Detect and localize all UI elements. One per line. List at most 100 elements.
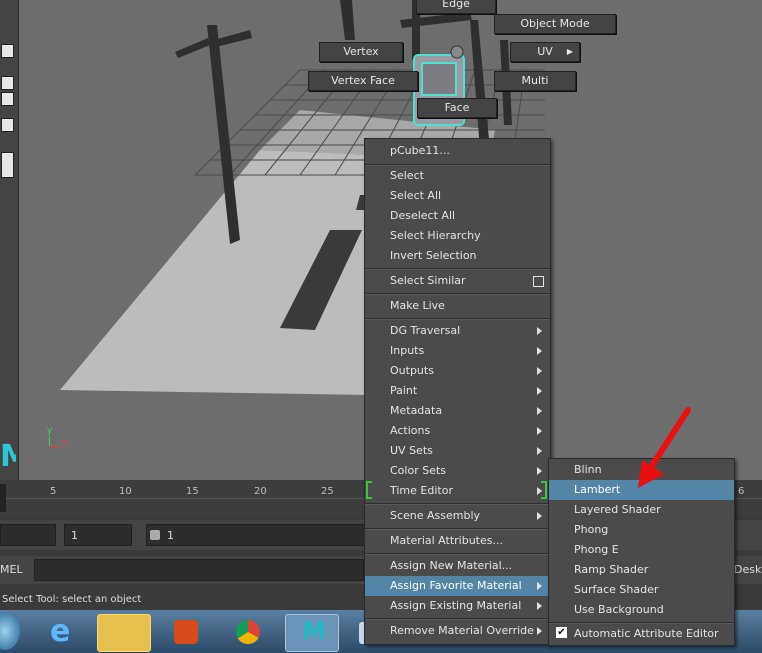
range-bar[interactable]: 1 xyxy=(146,524,366,546)
marking-vertex[interactable]: Vertex xyxy=(319,42,403,62)
option-box-icon[interactable] xyxy=(533,276,544,287)
menu-item-assign-new-material[interactable]: Assign New Material... xyxy=(365,556,550,576)
submenu-item-layered-shader[interactable]: Layered Shader xyxy=(549,500,734,520)
menu-item-label: Inputs xyxy=(390,344,425,357)
menu-item-label: Automatic Attribute Editor xyxy=(574,627,719,640)
tick-label: 20 xyxy=(254,486,267,497)
menu-item-label: Assign Existing Material xyxy=(390,599,522,612)
move-tool-icon[interactable] xyxy=(1,92,14,106)
submenu-item-phong-e[interactable]: Phong E xyxy=(549,540,734,560)
menu-item-material-attributes[interactable]: Material Attributes... xyxy=(365,531,550,551)
menu-item-label: Assign Favorite Material xyxy=(390,579,522,592)
tick-label: 5 xyxy=(50,486,57,497)
marking-face[interactable]: Face xyxy=(417,98,497,118)
axis-x-label: x xyxy=(62,438,68,448)
menu-item-label: UV Sets xyxy=(390,444,433,457)
marking-edge[interactable]: Edge xyxy=(416,0,496,14)
lasso-tool-icon[interactable] xyxy=(1,76,14,90)
menu-item-inputs[interactable]: Inputs xyxy=(365,341,550,361)
menu-item-invert-selection[interactable]: Invert Selection xyxy=(365,246,550,266)
tick-label: 10 xyxy=(119,486,132,497)
menu-item-label: Actions xyxy=(390,424,431,437)
menu-item-assign-favorite-material[interactable]: Assign Favorite Material xyxy=(365,576,550,596)
tick-label: 15 xyxy=(186,486,199,497)
axis-indicator: y x xyxy=(44,426,74,452)
menu-item-select-all[interactable]: Select All xyxy=(365,186,550,206)
menu-item-metadata[interactable]: Metadata xyxy=(365,401,550,421)
mel-input[interactable] xyxy=(34,559,364,581)
submenu-arrow-icon xyxy=(537,467,542,475)
submenu-item-use-background[interactable]: Use Background xyxy=(549,600,734,620)
menu-item-label: Scene Assembly xyxy=(390,509,481,522)
submenu-arrow-icon xyxy=(537,327,542,335)
menu-item-label: Outputs xyxy=(390,364,434,377)
submenu-arrow-icon xyxy=(537,447,542,455)
layout-icon[interactable] xyxy=(1,152,14,178)
app-icon[interactable] xyxy=(160,614,212,650)
menu-item-color-sets[interactable]: Color Sets xyxy=(365,461,550,481)
select-tool-icon[interactable] xyxy=(1,44,14,58)
maya-taskbar-icon[interactable]: M xyxy=(285,614,339,652)
submenu-item-automatic-attribute-editor[interactable]: ✔ Automatic Attribute Editor xyxy=(549,624,734,644)
checkmark-icon[interactable]: ✔ xyxy=(556,627,567,638)
menu-header-pcube[interactable]: pCube11... xyxy=(365,141,550,161)
menu-item-dg-traversal[interactable]: DG Traversal xyxy=(365,321,550,341)
submenu-arrow-icon xyxy=(537,582,542,590)
red-arrow-icon xyxy=(638,407,691,488)
submenu-item-ramp-shader[interactable]: Ramp Shader xyxy=(549,560,734,580)
menu-item-label: DG Traversal xyxy=(390,324,461,337)
menu-item-label: Time Editor xyxy=(390,484,453,497)
menu-item-select[interactable]: Select xyxy=(365,166,550,186)
desktop-label: Deskt xyxy=(734,563,762,576)
marking-vertex-face[interactable]: Vertex Face xyxy=(308,71,418,91)
current-frame-marker[interactable] xyxy=(0,484,6,512)
submenu-arrow-icon: ▶ xyxy=(566,47,573,56)
menu-item-actions[interactable]: Actions xyxy=(365,421,550,441)
menu-item-uv-sets[interactable]: UV Sets xyxy=(365,441,550,461)
submenu-arrow-icon xyxy=(537,602,542,610)
menu-item-remove-material-override[interactable]: Remove Material Override xyxy=(365,621,550,641)
menu-item-outputs[interactable]: Outputs xyxy=(365,361,550,381)
range-handle-icon[interactable] xyxy=(150,530,160,540)
menu-item-scene-assembly[interactable]: Scene Assembly xyxy=(365,506,550,526)
range-bracket-left xyxy=(366,481,372,499)
marking-uv[interactable]: UV ▶ xyxy=(510,42,580,62)
menu-item-label: Color Sets xyxy=(390,464,447,477)
start-time-field[interactable] xyxy=(0,524,56,546)
menu-item-time-editor[interactable]: Time Editor xyxy=(365,481,550,501)
submenu-item-surface-shader[interactable]: Surface Shader xyxy=(549,580,734,600)
menu-item-label: Select Similar xyxy=(390,274,466,287)
mel-label: MEL xyxy=(0,563,23,576)
submenu-arrow-icon xyxy=(537,347,542,355)
menu-item-label: Metadata xyxy=(390,404,443,417)
submenu-item-phong[interactable]: Phong xyxy=(549,520,734,540)
rotate-tool-icon[interactable] xyxy=(1,118,14,132)
submenu-arrow-icon xyxy=(537,512,542,520)
submenu-arrow-icon xyxy=(537,407,542,415)
menu-item-paint[interactable]: Paint xyxy=(365,381,550,401)
menu-item-label: Remove Material Override xyxy=(390,624,534,637)
current-frame-field[interactable]: 1 xyxy=(64,524,132,546)
submenu-arrow-icon xyxy=(537,387,542,395)
marking-object-mode[interactable]: Object Mode xyxy=(494,14,616,34)
file-explorer-icon[interactable] xyxy=(97,614,151,652)
submenu-arrow-icon xyxy=(537,367,542,375)
submenu-arrow-icon xyxy=(537,427,542,435)
menu-item-assign-existing-material[interactable]: Assign Existing Material xyxy=(365,596,550,616)
menu-item-select-hierarchy[interactable]: Select Hierarchy xyxy=(365,226,550,246)
tick-label: 6 xyxy=(738,486,745,497)
start-button-icon[interactable] xyxy=(0,612,20,650)
context-menu: pCube11... Select Select All Deselect Al… xyxy=(364,138,551,645)
menu-item-select-similar[interactable]: Select Similar xyxy=(365,271,550,291)
chrome-icon[interactable] xyxy=(222,614,274,650)
menu-item-deselect-all[interactable]: Deselect All xyxy=(365,206,550,226)
range-bracket-right xyxy=(541,481,547,499)
maya-logo-icon: M xyxy=(0,440,16,474)
marking-uv-label: UV xyxy=(537,45,553,58)
marking-multi[interactable]: Multi xyxy=(494,71,576,91)
internet-explorer-icon[interactable]: e xyxy=(38,614,90,650)
axis-y-label: y xyxy=(47,426,53,436)
tick-label: 25 xyxy=(321,486,334,497)
tool-box xyxy=(0,0,19,480)
menu-item-make-live[interactable]: Make Live xyxy=(365,296,550,316)
